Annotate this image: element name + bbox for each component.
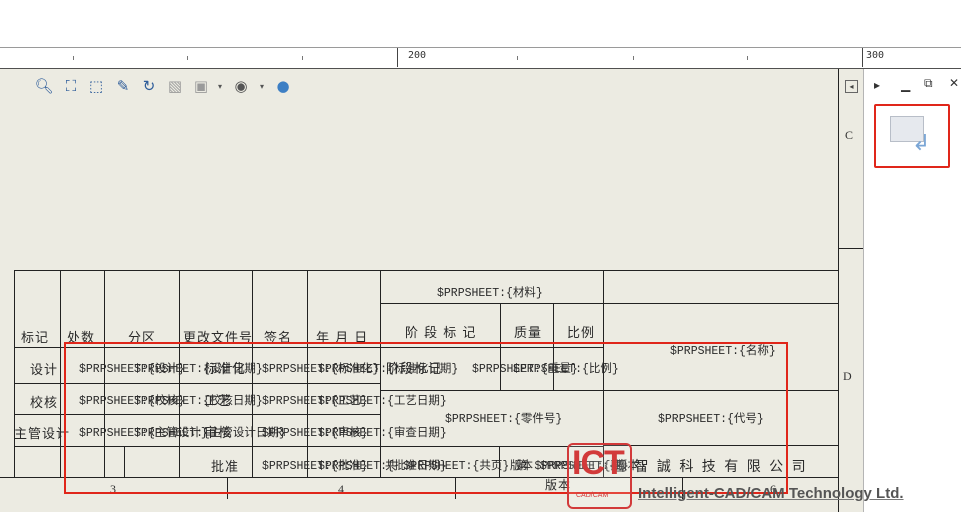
- ruler-label-200: 200: [408, 50, 427, 61]
- view-dropdown-icon[interactable]: ▾: [215, 76, 225, 96]
- col-mark: 标记: [21, 331, 50, 346]
- ruler-major-mark: [397, 48, 398, 67]
- watermark-logo-text: ICT: [572, 444, 625, 482]
- row-design: 设计: [30, 363, 59, 378]
- collapse-panel-icon[interactable]: ◂: [845, 80, 858, 93]
- zone-label-c: C: [845, 128, 854, 142]
- zone-label-d: D: [843, 369, 852, 383]
- watermark-logo-sub: CAD/CAM: [576, 492, 609, 499]
- minimize-icon[interactable]: ▁: [901, 78, 910, 92]
- return-arrow-icon: ↲: [912, 131, 931, 156]
- panel-pin-icon[interactable]: ▸: [874, 78, 880, 92]
- highlight-box: [64, 342, 788, 494]
- zoom-in-icon[interactable]: 🔍︎: [34, 76, 54, 96]
- hidden-line-icon[interactable]: ▧: [165, 76, 185, 96]
- restore-icon[interactable]: ⧉: [924, 76, 933, 91]
- close-icon[interactable]: ✕: [949, 76, 959, 90]
- ruler-label-300: 300: [866, 50, 885, 61]
- watermark-text: Intelligent-CAD/CAM Technology Ltd.: [638, 485, 904, 502]
- row-check: 校核: [30, 396, 59, 411]
- zoom-fit-icon[interactable]: ⛶: [61, 76, 81, 96]
- ruler-major-mark: [862, 48, 863, 67]
- ruler-tick: [187, 56, 188, 60]
- ruler-tick: [633, 56, 634, 60]
- display-icon[interactable]: ◉: [231, 76, 251, 96]
- ruler-tick: [517, 56, 518, 60]
- zoom-window-icon[interactable]: ⬚: [86, 76, 106, 96]
- material-field: $PRPSHEET:{材料}: [437, 287, 543, 300]
- ruler-tick: [73, 56, 74, 60]
- pan-icon[interactable]: ✎: [113, 76, 133, 96]
- appearance-icon[interactable]: ●: [273, 76, 293, 96]
- row-chief: 主管设计: [14, 427, 71, 442]
- ruler-tick: [302, 56, 303, 60]
- stage-header: 阶 段 标 记: [405, 326, 477, 341]
- display-dropdown-icon[interactable]: ▾: [257, 76, 267, 96]
- view-style-icon[interactable]: ▣: [191, 76, 211, 96]
- refresh-icon[interactable]: ↻: [139, 76, 159, 96]
- scale-header: 比例: [567, 326, 596, 341]
- ruler-tick: [747, 56, 748, 60]
- mass-header: 质量: [514, 326, 543, 341]
- horizontal-ruler: 200 300: [0, 47, 961, 70]
